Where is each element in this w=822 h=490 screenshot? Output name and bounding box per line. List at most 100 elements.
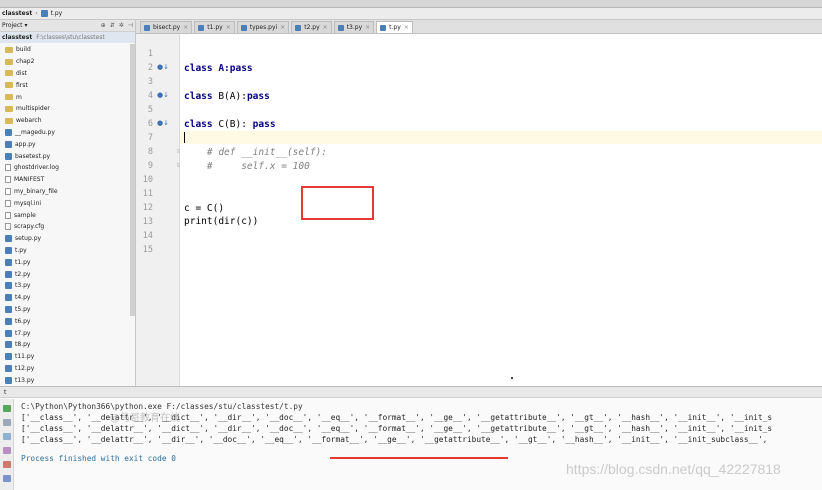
- tree-item[interactable]: sample: [0, 209, 135, 221]
- close-icon[interactable]: ×: [365, 24, 370, 31]
- tree-item[interactable]: t4.py: [0, 292, 135, 304]
- collapse-icon[interactable]: ⇵: [110, 22, 115, 29]
- gear-icon[interactable]: ✲: [119, 22, 124, 29]
- tree-item[interactable]: basetest.py: [0, 150, 135, 162]
- main-toolbar: [0, 0, 822, 8]
- chevron-down-icon[interactable]: ▾: [25, 22, 28, 29]
- tab-label: types.pyi: [249, 24, 278, 31]
- editor-tab[interactable]: t.py ×: [376, 21, 413, 33]
- tree-item-label: mysql.ini: [14, 199, 42, 207]
- soft-wrap-icon[interactable]: [3, 433, 11, 440]
- override-marker-icon[interactable]: ●↓: [157, 119, 169, 127]
- tree-item[interactable]: t12.py: [0, 363, 135, 375]
- tree-item[interactable]: build: [0, 44, 135, 56]
- tree-item[interactable]: t1.py: [0, 256, 135, 268]
- tree-item[interactable]: t7.py: [0, 327, 135, 339]
- tree-item[interactable]: multispider: [0, 103, 135, 115]
- tree-item[interactable]: t13.py: [0, 374, 135, 386]
- run-panel-header: t: [0, 387, 822, 398]
- python-file-icon: [380, 24, 387, 31]
- close-icon[interactable]: ×: [280, 24, 285, 31]
- overlay-watermark: @马哥教育在线: [110, 413, 180, 424]
- run-tab-label[interactable]: t: [4, 389, 6, 396]
- line-number: 2: [147, 63, 153, 73]
- tab-label: t.py: [389, 24, 401, 31]
- exit-message: Process finished with exit code 0: [21, 454, 176, 463]
- tree-item[interactable]: MANIFEST: [0, 174, 135, 186]
- tree-item-label: sample: [14, 211, 36, 219]
- tree-item[interactable]: t3.py: [0, 280, 135, 292]
- tree-item[interactable]: scrapy.cfg: [0, 221, 135, 233]
- tree-item[interactable]: t2.py: [0, 268, 135, 280]
- hide-icon[interactable]: ⊣: [128, 22, 133, 29]
- python-file-icon: [5, 140, 12, 148]
- clear-icon[interactable]: [3, 461, 11, 468]
- python-file-icon: [5, 235, 12, 243]
- tree-item[interactable]: t11.py: [0, 351, 135, 363]
- current-line-highlight: [180, 131, 822, 144]
- tree-item[interactable]: app.py: [0, 138, 135, 150]
- sidebar-scrollbar[interactable]: [130, 44, 135, 316]
- tree-item-label: multispider: [16, 105, 50, 113]
- python-file-icon: [5, 376, 12, 384]
- tree-item-label: t6.py: [15, 317, 31, 325]
- override-marker-icon[interactable]: ●↓: [157, 91, 169, 99]
- override-marker-icon[interactable]: ●↓: [157, 63, 169, 71]
- tree-item[interactable]: t.py: [0, 245, 135, 257]
- project-panel-header: Project ▾ ⊕ ⇵ ✲ ⊣: [0, 20, 135, 32]
- editor-tab[interactable]: bisect.py ×: [140, 21, 193, 33]
- tree-item-label: app.py: [15, 140, 36, 148]
- editor-tab[interactable]: t3.py ×: [333, 21, 375, 33]
- tree-item[interactable]: setup.py: [0, 233, 135, 245]
- tree-item[interactable]: dist: [0, 68, 135, 80]
- tree-item[interactable]: first: [0, 79, 135, 91]
- folder-icon: [5, 117, 13, 124]
- tree-item[interactable]: t8.py: [0, 339, 135, 351]
- folder-icon: [5, 105, 13, 112]
- tree-item-label: MANIFEST: [14, 176, 45, 184]
- folder-icon: [5, 46, 13, 53]
- close-icon[interactable]: ×: [323, 24, 328, 31]
- python-file-icon: [5, 364, 12, 372]
- code-line-8: # def __init__(self):: [184, 147, 327, 158]
- tree-item-label: t12.py: [15, 364, 35, 372]
- tree-item[interactable]: mysql.ini: [0, 197, 135, 209]
- close-icon[interactable]: ×: [404, 24, 409, 31]
- editor-tab[interactable]: t2.py ×: [291, 21, 332, 33]
- python-file-icon: [337, 24, 344, 31]
- breadcrumb-project[interactable]: classtest: [2, 10, 32, 17]
- tab-label: t2.py: [304, 24, 320, 31]
- output-line: ['__class__', '__delattr__', '__dir__', …: [21, 435, 768, 444]
- file-icon: [5, 199, 11, 207]
- pin-icon[interactable]: [3, 475, 11, 482]
- breadcrumb-separator: ›: [35, 10, 38, 17]
- tree-item-label: scrapy.cfg: [14, 223, 45, 231]
- tree-item[interactable]: m: [0, 91, 135, 103]
- project-root[interactable]: classtest F:\classes\stu\classtest: [0, 32, 135, 43]
- rerun-icon[interactable]: [3, 405, 11, 412]
- tree-item[interactable]: __magedu.py: [0, 127, 135, 139]
- line-number: 8: [147, 147, 153, 157]
- close-icon[interactable]: ×: [183, 24, 188, 31]
- tree-item[interactable]: chap2: [0, 56, 135, 68]
- editor-tab[interactable]: types.pyi ×: [236, 21, 290, 33]
- editor-tab[interactable]: t1.py ×: [194, 21, 235, 33]
- locate-icon[interactable]: ⊕: [101, 22, 106, 29]
- close-icon[interactable]: ×: [226, 24, 231, 31]
- tree-item-label: t1.py: [15, 258, 31, 266]
- line-number: 1: [147, 49, 153, 59]
- tree-item[interactable]: webarch: [0, 115, 135, 127]
- tree-item[interactable]: t5.py: [0, 304, 135, 316]
- scroll-down-icon[interactable]: [3, 419, 11, 426]
- code-line-2: class A:pass: [184, 63, 253, 74]
- annotation-underline: [330, 457, 508, 459]
- file-icon: [5, 223, 11, 231]
- print-icon[interactable]: [3, 447, 11, 454]
- tree-item[interactable]: ghostdriver.log: [0, 162, 135, 174]
- breadcrumb-file[interactable]: t.py: [51, 10, 63, 17]
- tree-item[interactable]: my_binary_file: [0, 186, 135, 198]
- file-icon: [5, 211, 11, 219]
- tree-item[interactable]: t6.py: [0, 315, 135, 327]
- project-view-select[interactable]: Project: [2, 22, 23, 29]
- code-editor[interactable]: class A:pass class B(A):pass class C(B):…: [180, 34, 822, 386]
